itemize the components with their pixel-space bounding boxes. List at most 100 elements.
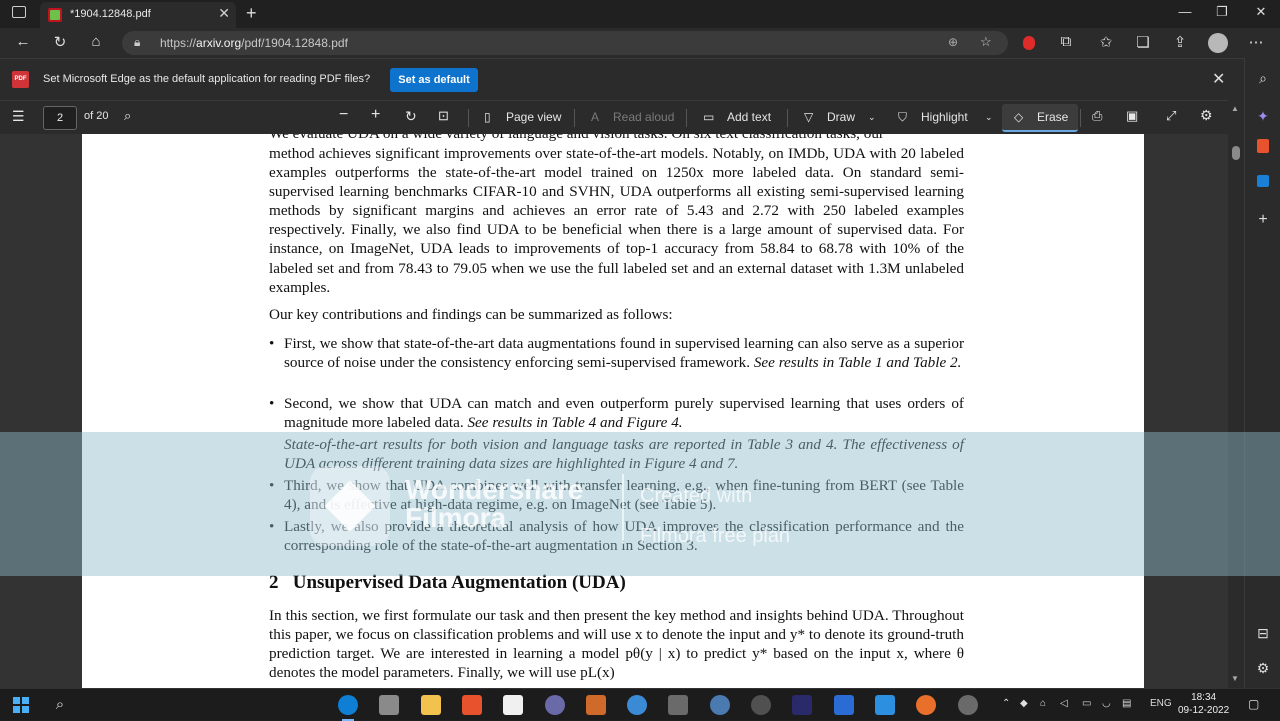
language-indicator[interactable]: ENG [1150,698,1172,709]
windows-start-icon[interactable] [11,695,31,715]
page-total: of 20 [84,110,109,122]
add-text-icon: ▭ [703,110,715,124]
lock-icon: 🔒︎ [134,35,141,49]
taskbar-search-icon[interactable]: ⌕ [50,695,70,715]
sidebar-outlook-icon[interactable] [1253,172,1273,192]
taskbar-word-icon[interactable] [834,695,854,715]
contents-icon[interactable]: ☰ [12,108,25,125]
paragraph-contributions-intro: Our key contributions and findings can b… [269,306,673,323]
watermark-divider [622,474,624,544]
cut-off-line: We evaluate UDA on a wide variety of lan… [269,134,964,143]
separator [1080,109,1081,127]
tray-app-icon[interactable]: ◆ [1020,698,1028,709]
list-item: • First, we show that state-of-the-art d… [269,334,964,391]
erase-button[interactable]: Erase [1037,110,1068,124]
settings-gear-icon[interactable]: ⚙ [1200,107,1213,124]
scroll-thumb[interactable] [1232,146,1240,160]
maximize-button[interactable]: ❐ [1207,4,1237,20]
page-number-input[interactable]: 2 [43,106,77,130]
tray-volume-icon[interactable]: ◁ [1060,698,1068,709]
paragraph-results: method achieves significant improvements… [269,145,964,296]
separator [686,109,687,127]
taskbar-edge-icon[interactable] [338,695,358,721]
watermark-subtext: Created with Filmora free plan [640,485,791,547]
erase-button-active[interactable]: ◇ Erase [1002,104,1078,132]
taskbar-app-icon[interactable] [379,695,399,715]
extension-red-icon[interactable] [1023,36,1035,50]
url-text: https://arxiv.org/pdf/1904.12848.pdf [160,36,348,50]
taskbar-office-icon[interactable] [462,695,482,715]
draw-chevron-down-icon[interactable]: ⌄ [868,112,876,123]
zoom-icon[interactable]: ⊕ [948,35,958,49]
tray-battery-icon[interactable]: ▭ [1082,698,1091,709]
read-aloud-icon: A [591,110,600,124]
taskbar-app-icon[interactable] [586,695,606,715]
scroll-up-icon[interactable]: ▲ [1231,104,1239,113]
minimize-button[interactable]: — [1170,4,1200,19]
tray-chevron-up-icon[interactable]: ⌃ [1002,698,1010,709]
sidebar-office-icon[interactable] [1253,138,1273,158]
taskbar-app-icon[interactable] [751,695,771,715]
sidebar-add-icon[interactable]: + [1253,210,1273,230]
sidebar-discover-icon[interactable]: ✦ [1253,106,1273,126]
tray-network-icon[interactable]: ⌂ [1040,698,1046,709]
fit-page-icon[interactable]: ⊡ [438,108,449,124]
fullscreen-icon[interactable]: ⤢ [1166,108,1176,124]
tab-close-icon[interactable]: ✕ [218,5,230,22]
rotate-icon[interactable]: ↻ [405,108,417,125]
page-view-button[interactable]: Page view [506,110,561,124]
banner-message: Set Microsoft Edge as the default applic… [43,73,371,85]
print-icon[interactable]: ⎙ [1092,108,1102,124]
clock[interactable]: 18:34 09-12-2022 [1178,691,1229,717]
taskbar-file-explorer-icon[interactable] [421,695,441,715]
favorites-icon[interactable]: ✩ [1095,33,1117,51]
tab-actions-icon[interactable] [12,6,26,18]
notification-icon[interactable]: ▢ [1248,697,1259,711]
sidebar-search-icon[interactable]: ⌕ [1253,68,1273,88]
search-icon[interactable]: ⌕ [124,108,131,124]
tab-active[interactable]: *1904.12848.pdf ✕ [40,2,236,28]
highlight-button[interactable]: Highlight [921,110,968,124]
zoom-in-icon[interactable]: + [371,106,380,124]
pdf-toolbar: ☰ 2 of 20 ⌕ − + ↻ ⊡ ▯ Page view A Read a… [0,100,1228,134]
pdf-viewer[interactable]: We evaluate UDA on a wide variety of lan… [0,134,1228,688]
set-as-default-button[interactable]: Set as default [390,68,478,92]
tray-app-icon[interactable]: ▤ [1122,698,1131,709]
filmora-logo-icon [310,466,390,546]
tray-wifi-icon[interactable]: ◡ [1102,698,1111,709]
back-icon[interactable]: ← [12,33,34,50]
sidebar-settings-icon[interactable]: ⚙ [1253,658,1273,678]
bullet-dot: • [269,395,275,412]
taskbar-app-icon[interactable] [545,695,565,715]
draw-button[interactable]: Draw [827,110,855,124]
share-icon[interactable]: ⇪ [1169,33,1191,51]
highlight-chevron-down-icon[interactable]: ⌄ [985,112,993,123]
home-icon[interactable]: ⌂ [85,33,107,50]
extensions-icon[interactable]: ⧉ [1055,33,1077,50]
add-text-button[interactable]: Add text [727,110,771,124]
scroll-down-icon[interactable]: ▼ [1231,674,1239,683]
favorite-star-icon[interactable]: ☆ [980,34,992,50]
banner-close-icon[interactable]: ✕ [1212,69,1225,89]
taskbar-app-icon[interactable] [627,695,647,715]
read-aloud-button[interactable]: Read aloud [613,110,674,124]
taskbar-settings-icon[interactable] [958,695,978,715]
taskbar-document-icon[interactable] [503,695,523,715]
taskbar-firefox-icon[interactable] [916,695,936,715]
new-tab-button[interactable]: + [246,3,257,24]
address-bar[interactable]: 🔒︎ https://arxiv.org/pdf/1904.12848.pdf … [122,31,1008,55]
save-icon[interactable]: ▣ [1126,108,1138,124]
zoom-out-icon[interactable]: − [339,106,348,124]
collections-icon[interactable]: ❏ [1132,33,1154,51]
taskbar-app-icon[interactable] [668,695,688,715]
sidebar-layout-icon[interactable]: ⊟ [1253,623,1273,643]
refresh-icon[interactable]: ↻ [49,33,71,51]
avatar[interactable] [1208,33,1228,53]
taskbar-vscode-icon[interactable] [875,695,895,715]
separator [574,109,575,127]
vertical-scrollbar[interactable]: ▲ ▼ [1228,100,1244,688]
close-window-button[interactable]: ✕ [1246,4,1276,20]
taskbar-app-icon[interactable] [710,695,730,715]
menu-icon[interactable]: ⋯ [1245,33,1267,51]
taskbar-app-icon[interactable] [792,695,812,715]
